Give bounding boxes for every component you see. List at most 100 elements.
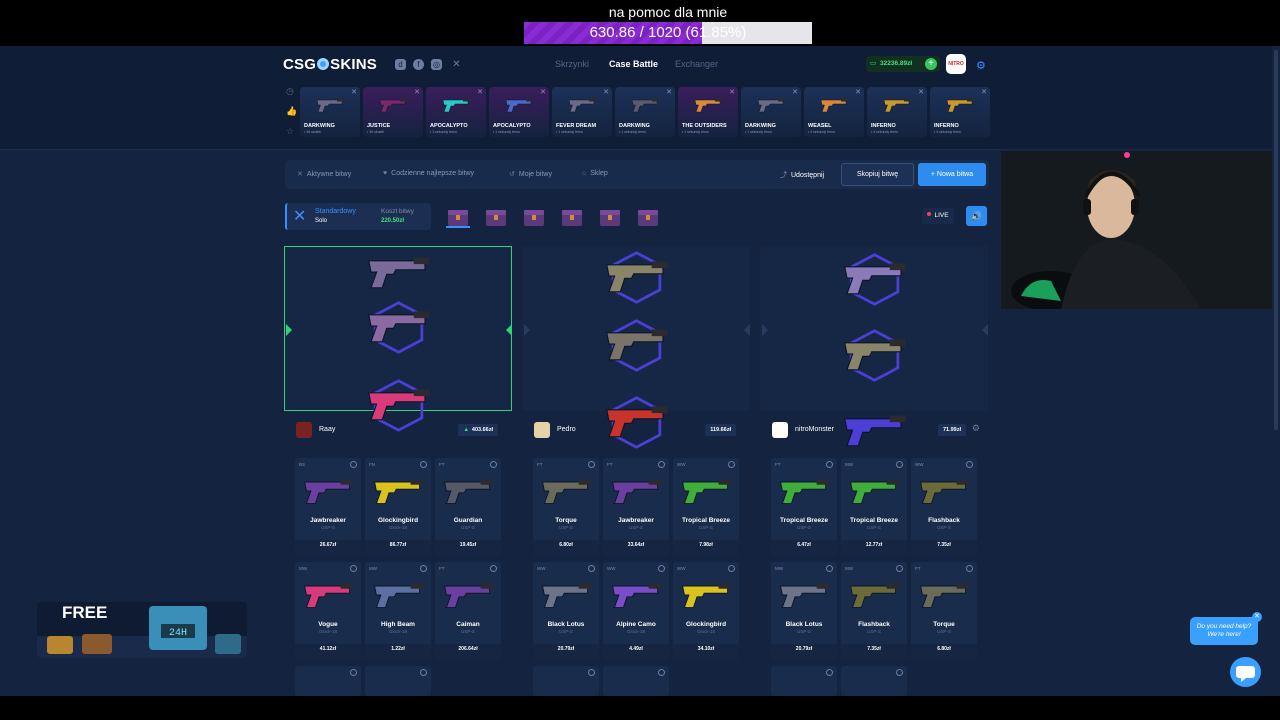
live-drop-item[interactable]: INFERNO • 4 sekundy temu ✕	[867, 87, 927, 137]
item-card[interactable]: MW Flashback USP-S 7.35zł	[841, 562, 907, 660]
item-card[interactable]: FT Torque USP-S 6.80zł	[533, 458, 599, 556]
info-icon[interactable]	[658, 565, 665, 572]
item-card[interactable]: FT Jawbreaker USP-S 33.64zł	[603, 458, 669, 556]
discord-icon[interactable]: d	[395, 59, 406, 70]
live-drop-item[interactable]: DARKWING • 1 sekundy temu ✕	[741, 87, 801, 137]
item-card[interactable]	[603, 666, 669, 696]
item-card[interactable]: MW Tropical Breeze USP-S 12.77zł	[841, 458, 907, 556]
info-icon[interactable]	[420, 461, 427, 468]
info-icon[interactable]	[350, 461, 357, 468]
live-drop-item[interactable]: DARKWING • 3d skuteli ✕	[300, 87, 360, 137]
info-icon[interactable]	[966, 461, 973, 468]
item-card[interactable]: WW Tropical Breeze USP-S 7.98zł	[673, 458, 739, 556]
nav-skrzynki[interactable]: Skrzynki	[555, 59, 589, 69]
player-avatar[interactable]	[296, 422, 312, 438]
thumb-up-icon[interactable]: 👍	[286, 106, 297, 126]
case-box-icon[interactable]	[484, 206, 508, 228]
info-icon[interactable]	[966, 565, 973, 572]
item-card[interactable]: FT Tropical Breeze USP-S 6.47zł	[771, 458, 837, 556]
info-icon[interactable]	[490, 565, 497, 572]
item-card[interactable]	[295, 666, 361, 696]
close-icon[interactable]: ✕	[477, 88, 483, 96]
item-card[interactable]: WW Flashback USP-S 7.35zł	[911, 458, 977, 556]
info-icon[interactable]	[826, 565, 833, 572]
info-icon[interactable]	[896, 565, 903, 572]
close-icon[interactable]: ✕	[855, 88, 861, 96]
info-icon[interactable]	[896, 461, 903, 468]
info-icon[interactable]	[658, 461, 665, 468]
case-box-icon[interactable]	[560, 206, 584, 228]
tab-codzienne-najlepsze[interactable]: ♥ Codzienne najlepsze bitwy	[383, 170, 474, 177]
nav-exchanger[interactable]: Exchanger	[675, 59, 718, 69]
site-logo[interactable]: CSG SKINS	[283, 56, 377, 73]
info-icon[interactable]	[658, 669, 665, 676]
info-icon[interactable]	[588, 461, 595, 468]
nav-case-battle[interactable]: Case Battle	[609, 59, 658, 69]
info-icon[interactable]	[826, 669, 833, 676]
item-card[interactable]: FT Guardian USP-S 19.45zł	[435, 458, 501, 556]
item-card[interactable]: BS Jawbreaker USP-S 26.67zł	[295, 458, 361, 556]
tab-sklep[interactable]: ⌂ Sklep	[582, 170, 608, 177]
live-drop-item[interactable]: APOCALYPTO • 1 sekundy temu ✕	[426, 87, 486, 137]
live-drop-item[interactable]: INFERNO • 4 sekundy temu ✕	[930, 87, 990, 137]
user-avatar[interactable]: NITRO	[946, 54, 966, 74]
new-battle-button[interactable]: + Nowa bitwa	[918, 163, 986, 186]
live-badge[interactable]: LIVE	[922, 208, 954, 224]
info-icon[interactable]	[588, 565, 595, 572]
item-card[interactable]	[841, 666, 907, 696]
close-icon[interactable]: ✕	[1252, 612, 1262, 622]
info-icon[interactable]	[728, 461, 735, 468]
close-icon[interactable]: ✕	[414, 88, 420, 96]
star-icon[interactable]: ☆	[286, 126, 296, 146]
close-icon[interactable]: ✕	[792, 88, 798, 96]
scrollbar-thumb[interactable]	[1274, 50, 1278, 430]
help-bubble[interactable]: Do you need help? We're here!	[1190, 617, 1258, 645]
live-drop-item[interactable]: DARKWING • 1 sekundy temu ✕	[615, 87, 675, 137]
live-drop-item[interactable]: FEVER DREAM • 1 sekundy temu ✕	[552, 87, 612, 137]
facebook-icon[interactable]: f	[413, 59, 424, 70]
tab-aktywne-bitwy[interactable]: ✕ Aktywne bitwy	[297, 170, 351, 178]
close-icon[interactable]: ✕	[540, 88, 546, 96]
item-card[interactable]	[771, 666, 837, 696]
clock-icon[interactable]: ◷	[286, 86, 296, 106]
info-icon[interactable]	[350, 565, 357, 572]
close-icon[interactable]: ✕	[918, 88, 924, 96]
close-icon[interactable]: ✕	[666, 88, 672, 96]
info-icon[interactable]	[420, 565, 427, 572]
item-card[interactable]: WW Glockingbird Glock-18 34.10zł	[673, 562, 739, 660]
copy-battle-button[interactable]: Skopiuj bitwę	[841, 163, 914, 186]
info-icon[interactable]	[896, 669, 903, 676]
info-icon[interactable]	[420, 669, 427, 676]
info-icon[interactable]	[350, 669, 357, 676]
item-card[interactable]: MW High Beam Glock-18 1.22zł	[365, 562, 431, 660]
live-drop-item[interactable]: JUSTICE • 3d skuteli ✕	[363, 87, 423, 137]
close-icon[interactable]: ✕	[603, 88, 609, 96]
info-icon[interactable]	[588, 669, 595, 676]
close-icon[interactable]: ✕	[729, 88, 735, 96]
item-card[interactable]	[365, 666, 431, 696]
case-box-icon[interactable]	[636, 206, 660, 228]
player-avatar[interactable]	[534, 422, 550, 438]
tab-moje-bitwy[interactable]: ↺ Moje bitwy	[509, 170, 552, 178]
chat-button[interactable]	[1230, 657, 1261, 687]
gear-icon[interactable]: ⚙	[972, 423, 980, 434]
live-drop-item[interactable]: THE OUTSIDERS • 1 sekundy temu ✕	[678, 87, 738, 137]
info-icon[interactable]	[826, 461, 833, 468]
close-icon[interactable]: ✕	[351, 88, 357, 96]
item-card[interactable]: WW Alpine Camo Glock-18 4.49zł	[603, 562, 669, 660]
x-icon[interactable]: ✕	[451, 59, 462, 70]
case-box-icon[interactable]	[522, 206, 546, 228]
close-icon[interactable]: ✕	[981, 88, 987, 96]
item-card[interactable]: WW Black Lotus USP-S 20.79zł	[533, 562, 599, 660]
item-card[interactable]: FT Torque USP-S 6.80zł	[911, 562, 977, 660]
case-box-icon[interactable]	[446, 206, 470, 228]
live-drop-item[interactable]: APOCALYPTO • 1 sekundy temu ✕	[489, 87, 549, 137]
item-card[interactable]: MW Vogue Glock-18 41.12zł	[295, 562, 361, 660]
instagram-icon[interactable]: ◎	[431, 59, 442, 70]
gear-icon[interactable]: ⚙	[976, 59, 986, 72]
item-card[interactable]: FT Caiman USP-S 206.64zł	[435, 562, 501, 660]
live-drop-item[interactable]: WEASEL • 4 sekundy temu ✕	[804, 87, 864, 137]
info-icon[interactable]	[728, 565, 735, 572]
sound-toggle-button[interactable]: 🔊	[966, 206, 987, 226]
item-card[interactable]: MW Black Lotus USP-S 20.79zł	[771, 562, 837, 660]
